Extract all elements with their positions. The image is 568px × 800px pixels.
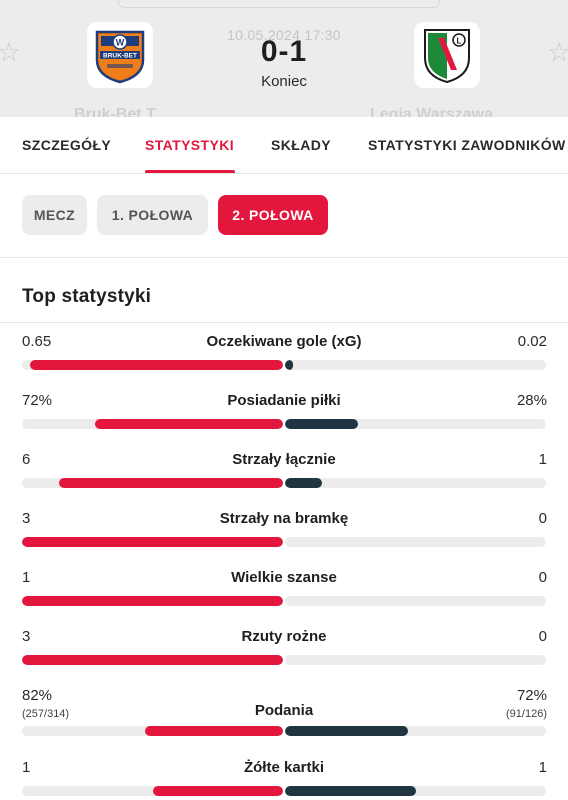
tab-statystyki-zawodnikow[interactable]: STATYSTYKI ZAWODNIKÓW <box>368 137 566 153</box>
stat-away-track <box>285 786 546 796</box>
stat-row: 6 Strzały łącznie 1 <box>0 451 568 509</box>
match-score: 0-1 <box>260 35 308 68</box>
active-tab-indicator <box>145 170 235 173</box>
stat-home-bar <box>22 655 283 665</box>
stat-away-track <box>285 726 546 736</box>
stat-label: Posiadanie piłki <box>227 392 341 409</box>
stat-home-track <box>22 786 283 796</box>
stat-row: 3 Strzały na bramkę 0 <box>0 510 568 568</box>
stat-away-bar <box>285 726 408 736</box>
period-chip-2-polowa[interactable]: 2. POŁOWA <box>218 195 328 235</box>
section-divider <box>0 257 568 258</box>
stat-row: 1 Wielkie szanse 0 <box>0 569 568 627</box>
stat-away-track <box>285 537 546 547</box>
stat-home-track <box>22 726 283 736</box>
away-team-logo[interactable]: L <box>414 22 480 88</box>
period-chip-mecz[interactable]: MECZ <box>22 195 87 235</box>
stat-away-track <box>285 360 546 370</box>
stat-row: 72% Posiadanie piłki 28% <box>0 392 568 450</box>
header-handle <box>118 0 440 8</box>
stat-away-value: 28% <box>516 392 547 409</box>
section-title: Top statystyki <box>22 286 152 307</box>
stat-away-bar <box>285 786 416 796</box>
stat-away-track <box>285 655 546 665</box>
tab-szczegoly[interactable]: SZCZEGÓŁY <box>22 137 111 153</box>
stat-away-bar <box>285 360 293 370</box>
stat-home-bar <box>144 726 283 736</box>
stat-away-bar <box>285 419 359 429</box>
stat-home-track <box>22 596 283 606</box>
title-divider <box>0 322 568 323</box>
match-header: ☆ ☆ W BRUK-BET 10.05.2024 17:30 0-1 Koni… <box>0 0 568 117</box>
stat-away-value: 0 <box>538 510 547 527</box>
stat-home-subvalue: (257/314) <box>22 708 70 720</box>
stat-row: 0.65 Oczekiwane gole (xG) 0.02 <box>0 333 568 391</box>
stat-away-track <box>285 478 546 488</box>
stat-away-bar <box>285 478 323 488</box>
stat-home-track <box>22 478 283 488</box>
period-chip-1-polowa[interactable]: 1. POŁOWA <box>97 195 208 235</box>
stat-row: 3 Rzuty rożne 0 <box>0 628 568 686</box>
stat-label: Strzały łącznie <box>232 451 336 468</box>
stat-away-value: 0 <box>538 628 547 645</box>
stat-away-value: 1 <box>538 759 547 776</box>
stat-home-bar <box>22 596 283 606</box>
stat-label: Podania <box>254 702 314 719</box>
stat-away-value: 0 <box>538 569 547 586</box>
stat-home-bar <box>59 478 283 488</box>
stat-away-track <box>285 596 546 606</box>
stat-home-bar <box>152 786 283 796</box>
stat-away-track <box>285 419 546 429</box>
stat-label: Żółte kartki <box>243 759 325 776</box>
stat-away-value: 72% <box>516 687 547 704</box>
stat-home-track <box>22 537 283 547</box>
stat-away-value: 0.02 <box>517 333 547 350</box>
stat-away-value: 1 <box>538 451 547 468</box>
stat-label: Oczekiwane gole (xG) <box>206 333 362 350</box>
stat-home-bar <box>22 537 283 547</box>
match-tabs: SZCZEGÓŁY STATYSTYKI SKŁADY STATYSTYKI Z… <box>0 117 568 174</box>
stat-home-track <box>22 360 283 370</box>
stat-home-bar <box>29 360 283 370</box>
tab-sklady[interactable]: SKŁADY <box>271 137 331 153</box>
stat-home-bar <box>95 419 283 429</box>
legia-crest-icon: L <box>424 29 470 84</box>
tab-statystyki[interactable]: STATYSTYKI <box>145 137 234 153</box>
stat-home-track <box>22 419 283 429</box>
away-team-name[interactable]: Legia Warszawa <box>370 106 493 117</box>
stat-home-track <box>22 655 283 665</box>
stat-label: Strzały na bramkę <box>219 510 349 527</box>
stat-away-subvalue: (91/126) <box>506 708 547 720</box>
home-team-name[interactable]: Bruk-Bet T <box>74 106 156 117</box>
stat-row: 82% Podania 72% (257/314) (91/126) <box>0 687 568 745</box>
stat-label: Rzuty rożne <box>241 628 327 645</box>
match-status: Koniec <box>261 73 307 90</box>
svg-text:L: L <box>457 37 462 46</box>
stat-label: Wielkie szanse <box>231 569 337 586</box>
stat-row: 1 Żółte kartki 1 <box>0 759 568 800</box>
